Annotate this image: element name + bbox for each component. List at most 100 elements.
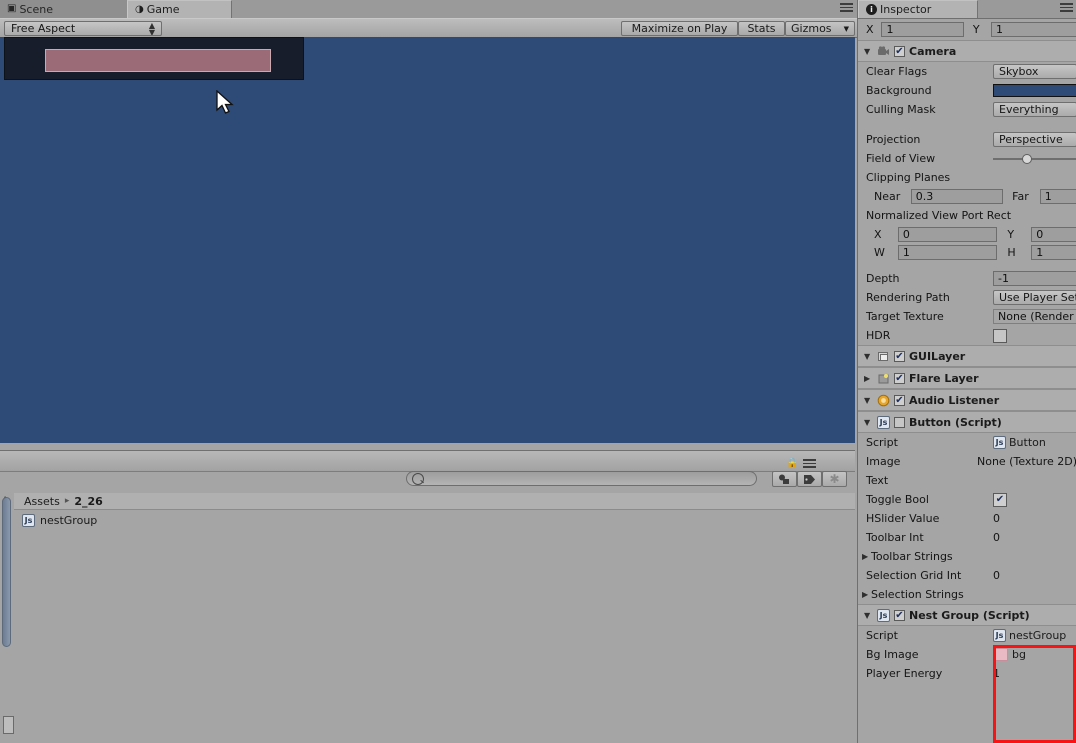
breadcrumb-assets[interactable]: Assets — [24, 495, 60, 508]
list-item[interactable]: Js nestGroup — [22, 514, 97, 527]
selection-grid-int-value[interactable]: 0 — [993, 569, 1000, 582]
foldout-icon[interactable]: ▼ — [864, 611, 873, 620]
component-header-button-script[interactable]: ▼ Js Button (Script) — [858, 411, 1076, 433]
aspect-dropdown[interactable]: Free Aspect ▲ ▼ — [4, 21, 162, 36]
stats-button[interactable]: Stats — [738, 21, 785, 36]
project-panel-menu-icon[interactable] — [803, 459, 816, 468]
camera-enabled-checkbox[interactable]: ✔ — [894, 45, 905, 57]
tab-inspector-label: Inspector — [880, 3, 932, 16]
foldout-icon[interactable]: ▼ — [864, 418, 873, 427]
bg-image-object-field[interactable]: bg — [993, 648, 1026, 661]
lock-icon[interactable]: 🔒 — [786, 458, 798, 469]
game-view-canvas[interactable] — [0, 37, 855, 443]
component-header-audio-listener[interactable]: ▼ ✔ Audio Listener — [858, 389, 1076, 411]
foldout-icon[interactable]: ▶ — [864, 374, 873, 383]
foldout-icon[interactable]: ▶ — [862, 590, 871, 599]
position-x-input[interactable]: 1 — [881, 21, 964, 37]
project-scrollbar[interactable] — [2, 497, 11, 647]
toolbar-int-label: Toolbar Int — [866, 531, 924, 544]
script-label: Script — [866, 436, 898, 449]
target-texture-object-field[interactable]: None (Render Texture) — [993, 309, 1076, 324]
guilayer-enabled-checkbox[interactable]: ✔ — [894, 350, 905, 362]
rendering-path-label: Rendering Path — [866, 291, 950, 304]
flare-layer-enabled-checkbox[interactable]: ✔ — [894, 372, 905, 384]
property-hslider-value: HSlider Value 0 — [858, 509, 1076, 528]
maximize-on-play-label: Maximize on Play — [631, 22, 728, 35]
clear-flags-value: Skybox — [999, 65, 1039, 78]
bg-image-value: bg — [1012, 648, 1026, 661]
property-selection-strings[interactable]: ▶ Selection Strings — [858, 585, 1076, 604]
nest-script-object-field[interactable]: Js nestGroup — [993, 629, 1066, 642]
project-search-input[interactable] — [406, 471, 757, 486]
position-y-input[interactable]: 1 — [991, 21, 1076, 37]
maximize-on-play-button[interactable]: Maximize on Play — [621, 21, 738, 36]
tab-scene-label: Scene — [19, 2, 53, 16]
bg-texture-thumbnail-icon — [993, 648, 1008, 661]
player-energy-value[interactable]: 1 — [993, 667, 1000, 680]
search-icon — [412, 473, 424, 485]
project-toolstrip — [0, 450, 855, 472]
projection-dropdown[interactable]: Perspective — [993, 132, 1076, 147]
viewport-y-input[interactable]: 0 — [1031, 226, 1076, 242]
tab-scene[interactable]: ▣ Scene — [0, 0, 127, 18]
image-label: Image — [866, 455, 901, 468]
foldout-icon[interactable]: ▼ — [864, 352, 873, 361]
game-toolstrip: Free Aspect ▲ ▼ Maximize on Play Stats Gi… — [0, 18, 857, 38]
near-label: Near — [874, 190, 901, 203]
nest-script-label: Script — [866, 629, 898, 642]
guilayer-icon — [878, 351, 888, 361]
script-value: Button — [1009, 436, 1046, 449]
hdr-checkbox[interactable] — [993, 328, 1007, 343]
gui-bg-image[interactable] — [45, 49, 271, 72]
depth-input[interactable]: -1 — [993, 271, 1076, 286]
property-culling-mask: Culling Mask Everything — [858, 100, 1076, 119]
filter-animation-button[interactable] — [772, 471, 797, 487]
gui-group-panel[interactable] — [4, 37, 304, 80]
near-input[interactable]: 0.3 — [910, 189, 1004, 204]
component-header-nest-group-script[interactable]: ▼ Js ✔ Nest Group (Script) — [858, 604, 1076, 626]
foldout-icon[interactable]: ▶ — [862, 552, 871, 561]
viewport-x-input[interactable]: 0 — [897, 226, 998, 242]
component-header-flare-layer[interactable]: ▶ ✔ Flare Layer — [858, 367, 1076, 389]
component-name-button-script: Button (Script) — [909, 415, 1002, 429]
foldout-icon[interactable]: ▼ — [864, 396, 873, 405]
nest-group-enabled-checkbox[interactable]: ✔ — [894, 609, 905, 621]
tab-game[interactable]: ◑ Game — [127, 0, 232, 18]
audio-listener-enabled-checkbox[interactable]: ✔ — [894, 394, 905, 406]
far-input[interactable]: 1 — [1039, 189, 1076, 204]
clear-flags-dropdown[interactable]: Skybox — [993, 64, 1076, 79]
script-object-field[interactable]: Js Button — [993, 436, 1046, 449]
button-script-enabled-checkbox[interactable] — [894, 416, 905, 428]
component-name-guilayer: GUILayer — [909, 349, 966, 363]
viewport-h-label: H — [1007, 245, 1016, 259]
culling-mask-dropdown[interactable]: Everything — [993, 102, 1076, 117]
component-header-camera[interactable]: ▼ ✔ Camera — [858, 40, 1076, 62]
viewport-w-input[interactable]: 1 — [897, 244, 998, 260]
animation-filter-icon — [779, 474, 789, 484]
inspector-menu-icon[interactable] — [1060, 3, 1073, 12]
component-header-guilayer[interactable]: ▼ ✔ GUILayer — [858, 345, 1076, 367]
toolbar-int-value[interactable]: 0 — [993, 531, 1000, 544]
breadcrumb-folder[interactable]: 2_26 — [74, 495, 102, 508]
image-value[interactable]: None (Texture 2D) — [977, 455, 1076, 468]
property-target-texture: Target Texture None (Render Texture) — [858, 307, 1076, 326]
slider-thumb[interactable] — [1022, 153, 1032, 164]
foldout-icon[interactable]: ▼ — [864, 47, 873, 56]
info-icon: i — [866, 4, 877, 15]
breadcrumb-separator-icon: ▸ — [64, 496, 70, 506]
rendering-path-dropdown[interactable]: Use Player Settings — [993, 290, 1076, 305]
project-corner-handle[interactable] — [3, 716, 14, 734]
viewport-h-input[interactable]: 1 — [1031, 244, 1076, 260]
filter-label-button[interactable] — [797, 471, 822, 487]
property-toolbar-strings[interactable]: ▶ Toolbar Strings — [858, 547, 1076, 566]
field-of-view-slider[interactable] — [993, 152, 1076, 166]
gizmos-dropdown[interactable]: Gizmos ▼ — [785, 21, 855, 36]
background-color-swatch[interactable] — [993, 84, 1076, 97]
game-panel-menu-icon[interactable] — [840, 3, 853, 12]
filter-favorite-button[interactable]: ✱ — [822, 471, 847, 487]
breadcrumb: Assets ▸ 2_26 — [14, 493, 855, 510]
hslider-value[interactable]: 0 — [993, 512, 1000, 525]
toggle-bool-checkbox[interactable]: ✔ — [993, 492, 1007, 507]
chevron-updown-icon: ▲ ▼ — [148, 21, 155, 36]
tab-inspector[interactable]: i Inspector — [858, 0, 978, 18]
